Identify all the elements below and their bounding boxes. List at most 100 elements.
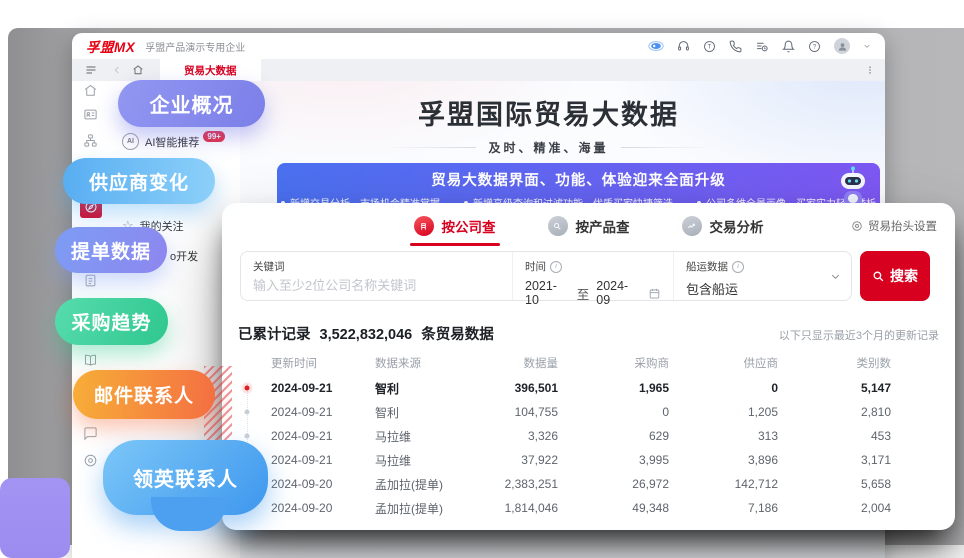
doc-icon[interactable] <box>83 273 98 293</box>
id-card-icon[interactable] <box>83 107 98 127</box>
more-kebab-icon[interactable] <box>865 64 875 76</box>
search-button-label: 搜索 <box>890 266 918 286</box>
help-icon[interactable]: ? <box>808 40 821 53</box>
tagline: 及时、精准、海量 <box>240 139 857 156</box>
target-icon[interactable] <box>83 453 98 473</box>
table-cell: 0 <box>558 405 669 419</box>
table-cell: 2024-09-20 <box>260 477 375 491</box>
col-header: 类别数 <box>778 355 891 371</box>
table-cell: 3,995 <box>558 453 669 467</box>
brand-logo: 孚盟MX <box>86 36 135 56</box>
menu-hamburger-icon[interactable] <box>72 64 110 76</box>
tab-trade-bigdata[interactable]: 贸易大数据 <box>160 59 261 81</box>
shipping-field[interactable]: 船运数据 i 包含船运 <box>673 252 851 300</box>
translate-icon[interactable]: T <box>703 40 716 53</box>
table-cell: 3,326 <box>475 429 558 443</box>
search-card: 按公司查 按产品查 交易分析 贸易抬头设置 关键词 <box>222 203 955 530</box>
time-field[interactable]: 时间 i 2021-10 至 2024-09 <box>512 252 673 300</box>
ai-pill-icon[interactable] <box>648 40 664 52</box>
tab-by-product[interactable]: 按产品查 <box>548 216 630 236</box>
tab-by-company[interactable]: 按公司查 <box>414 216 496 236</box>
shipping-label: 船运数据 <box>686 259 728 274</box>
col-header: 供应商 <box>669 355 778 371</box>
time-label: 时间 <box>525 259 546 274</box>
page: 孚盟MX 孚盟产品演示专用企业 T ? 贸易大数据 <box>0 0 964 558</box>
table-cell: 629 <box>558 429 669 443</box>
banner-title: 贸易大数据界面、功能、体验迎来全面升级 <box>277 169 880 190</box>
timeline-dot <box>240 400 260 424</box>
ai-icon: AI <box>122 133 139 150</box>
table-cell: 5,147 <box>778 381 891 395</box>
tab-strip: 贸易大数据 <box>72 59 885 81</box>
badge-99plus: 99+ <box>203 131 225 142</box>
divider <box>621 147 713 148</box>
phone-icon[interactable] <box>729 40 742 53</box>
company-icon <box>414 216 434 236</box>
home-icon[interactable] <box>132 64 144 76</box>
table-cell: 1,814,046 <box>475 501 558 515</box>
pill-company-overview: 企业概况 <box>118 80 265 127</box>
table-cell: 5,658 <box>778 477 891 491</box>
table-cell: 104,755 <box>475 405 558 419</box>
stats-row: 已累计记录 3,522,832,046 条贸易数据 以下只显示最近3个月的更新记… <box>222 313 955 344</box>
tab-trade-analysis[interactable]: 交易分析 <box>682 216 764 236</box>
back-icon[interactable] <box>112 65 122 75</box>
chevron-down-icon[interactable] <box>863 42 871 50</box>
col-header: 更新时间 <box>260 355 375 371</box>
settings-label: 贸易抬头设置 <box>868 218 937 234</box>
product-search-icon <box>548 216 568 236</box>
stats-total: 3,522,832,046 <box>320 327 413 343</box>
menu-item-develop[interactable]: o开发 <box>170 248 198 264</box>
table-cell: 2,004 <box>778 501 891 515</box>
chat-icon[interactable] <box>83 426 98 446</box>
table-cell: 49,348 <box>558 501 669 515</box>
title-bar: 孚盟MX 孚盟产品演示专用企业 T ? <box>72 33 885 59</box>
home-icon[interactable] <box>83 83 98 103</box>
table-cell: 3,171 <box>778 453 891 467</box>
decorative-corner-block <box>0 478 70 558</box>
table-cell: 1,205 <box>669 405 778 419</box>
keyword-input[interactable] <box>253 274 500 293</box>
bell-icon[interactable] <box>782 40 795 53</box>
time-to[interactable]: 2024-09 <box>596 279 641 307</box>
tab-label: 按产品查 <box>576 216 630 236</box>
calendar-icon[interactable] <box>648 287 661 300</box>
search-box: 关键词 时间 i 2021-10 至 2024-09 <box>240 251 852 301</box>
trade-header-settings[interactable]: 贸易抬头设置 <box>851 203 937 249</box>
table-cell: 2024-09-21 <box>260 453 375 467</box>
search-icon <box>872 270 885 283</box>
headset-icon[interactable] <box>677 40 690 53</box>
pill-purchase-trend: 采购趋势 <box>55 298 168 345</box>
col-header: 数据来源 <box>375 355 475 371</box>
tagline-text: 及时、精准、海量 <box>488 139 608 156</box>
chevron-down-icon[interactable] <box>830 271 841 282</box>
table-cell: 142,712 <box>669 477 778 491</box>
divider <box>384 147 476 148</box>
avatar[interactable] <box>834 38 850 54</box>
history-icon[interactable] <box>755 40 769 53</box>
page-title: 孚盟国际贸易大数据 <box>240 93 857 132</box>
pill-supplier-change: 供应商变化 <box>63 158 215 204</box>
table-cell: 1,965 <box>558 381 669 395</box>
card-tabs: 按公司查 按产品查 交易分析 贸易抬头设置 <box>222 203 955 249</box>
table-cell: 37,922 <box>475 453 558 467</box>
table-cell: 26,972 <box>558 477 669 491</box>
menu-label: o开发 <box>170 248 198 264</box>
menu-item-ai-recommend[interactable]: AI AI智能推荐 99+ <box>122 133 227 150</box>
table-cell: 2024-09-20 <box>260 501 375 515</box>
time-from[interactable]: 2021-10 <box>525 279 570 307</box>
table-body: 2024-09-21 智利 396,501 1,965 0 5,147 2024… <box>222 376 955 520</box>
table-cell: 0 <box>669 381 778 395</box>
search-button[interactable]: 搜索 <box>860 251 930 301</box>
svg-text:T: T <box>708 44 712 50</box>
window-subtitle: 孚盟产品演示专用企业 <box>145 39 245 54</box>
shipping-value[interactable]: 包含船运 <box>686 279 839 298</box>
data-table: 更新时间 数据来源 数据量 采购商 供应商 类别数 2024-09-21 智利 … <box>222 350 955 520</box>
table-cell: 孟加拉(提单) <box>375 500 475 517</box>
pill-email-contacts: 邮件联系人 <box>73 370 215 419</box>
stats-note: 以下只显示最近3个月的更新记录 <box>779 327 939 343</box>
table-cell: 马拉维 <box>375 428 475 445</box>
org-icon[interactable] <box>83 133 98 153</box>
menu-label: AI智能推荐 <box>145 134 199 150</box>
info-icon: i <box>732 261 744 273</box>
